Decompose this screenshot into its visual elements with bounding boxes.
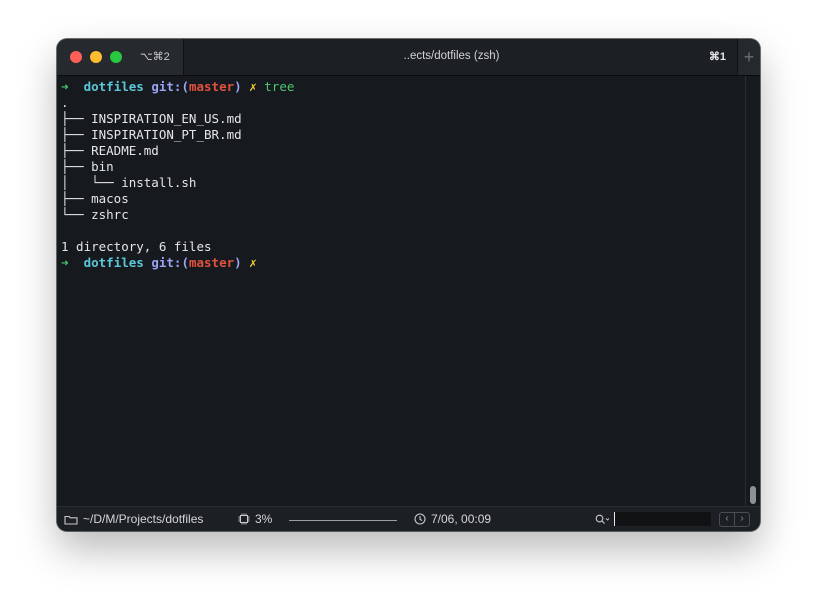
tree-summary: 1 directory, 6 files [61, 239, 212, 254]
tree-line: ├── macos [61, 191, 129, 206]
clock-text: 7/06, 00:09 [431, 512, 492, 526]
prompt-git-close: ) [234, 79, 242, 94]
command-text: tree [264, 79, 295, 94]
prompt-arrow: ➜ [61, 255, 69, 270]
search-input[interactable] [614, 512, 711, 526]
active-tab-shortcut: ⌘1 [708, 51, 726, 63]
terminal-window: ⌥⌘2 ..ects/dotfiles (zsh) ⌘1 + ➜ dotfile… [57, 39, 760, 531]
prompt-git-label: git:( [151, 79, 189, 94]
current-path: ~/D/M/Projects/dotfiles [83, 512, 204, 526]
status-clock: 7/06, 00:09 [414, 512, 491, 526]
folder-icon [64, 514, 78, 525]
prompt-directory: dotfiles [83, 79, 144, 94]
scrollbar[interactable] [745, 76, 760, 507]
prompt-branch: master [188, 79, 235, 94]
new-tab-button[interactable]: + [737, 39, 760, 75]
window-title: ..ects/dotfiles (zsh) [403, 50, 500, 62]
scroll-thumb[interactable] [750, 486, 756, 504]
status-bar: ~/D/M/Projects/dotfiles 3% 7/06, 00:09 ‹… [57, 506, 760, 531]
search-icon[interactable] [595, 514, 611, 525]
terminal-output[interactable]: ➜ dotfiles git:(master) ✗ tree . ├── INS… [57, 76, 746, 507]
title-bar: ⌥⌘2 ..ects/dotfiles (zsh) ⌘1 + [57, 39, 760, 76]
tab-shortcut: ⌥⌘2 [140, 51, 170, 63]
prompt-directory: dotfiles [83, 255, 144, 270]
cpu-icon [238, 513, 250, 525]
cpu-usage: 3% [255, 512, 273, 526]
prompt-dirty-marker: ✗ [249, 79, 257, 94]
clock-icon [414, 513, 426, 525]
close-button[interactable] [70, 51, 82, 63]
chevron-left-icon[interactable]: ‹ [720, 513, 734, 526]
tree-line: └── zshrc [61, 207, 129, 222]
window-controls [70, 51, 122, 63]
prompt-line: ➜ dotfiles git:(master) ✗ tree [61, 79, 746, 95]
status-path[interactable]: ~/D/M/Projects/dotfiles [64, 512, 203, 526]
search-navigation: ‹ › [719, 512, 750, 527]
zoom-button[interactable] [110, 51, 122, 63]
status-cpu: 3% [238, 512, 272, 526]
prompt-arrow: ➜ [61, 79, 69, 94]
cpu-graph [289, 520, 397, 521]
prompt-dirty-marker: ✗ [249, 255, 257, 270]
prompt-line: ➜ dotfiles git:(master) ✗ [61, 255, 746, 271]
tree-line: . [61, 95, 69, 110]
prompt-branch: master [188, 255, 235, 270]
tree-line: │ └── install.sh [61, 175, 197, 190]
tree-line: ├── README.md [61, 143, 159, 158]
minimize-button[interactable] [90, 51, 102, 63]
search-box[interactable] [595, 510, 715, 528]
tree-line: ├── INSPIRATION_EN_US.md [61, 111, 242, 126]
tree-line: ├── bin [61, 159, 114, 174]
prompt-git-close: ) [234, 255, 242, 270]
chevron-right-icon[interactable]: › [734, 513, 749, 526]
prompt-git-label: git:( [151, 255, 189, 270]
tree-line: ├── INSPIRATION_PT_BR.md [61, 127, 242, 142]
tab-inactive[interactable]: ⌥⌘2 [57, 39, 184, 75]
